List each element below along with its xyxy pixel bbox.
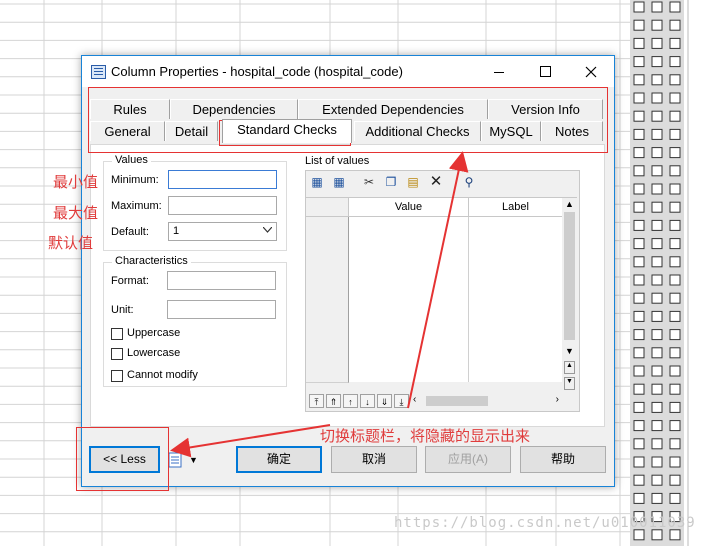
annotation-arrows	[170, 151, 469, 458]
watermark: https://blog.csdn.net/u010011039	[394, 515, 696, 531]
tab-standard-checks[interactable]: Standard Checks	[222, 119, 352, 143]
arrow-to-tabs	[407, 151, 469, 409]
arrow-to-less	[170, 424, 331, 458]
